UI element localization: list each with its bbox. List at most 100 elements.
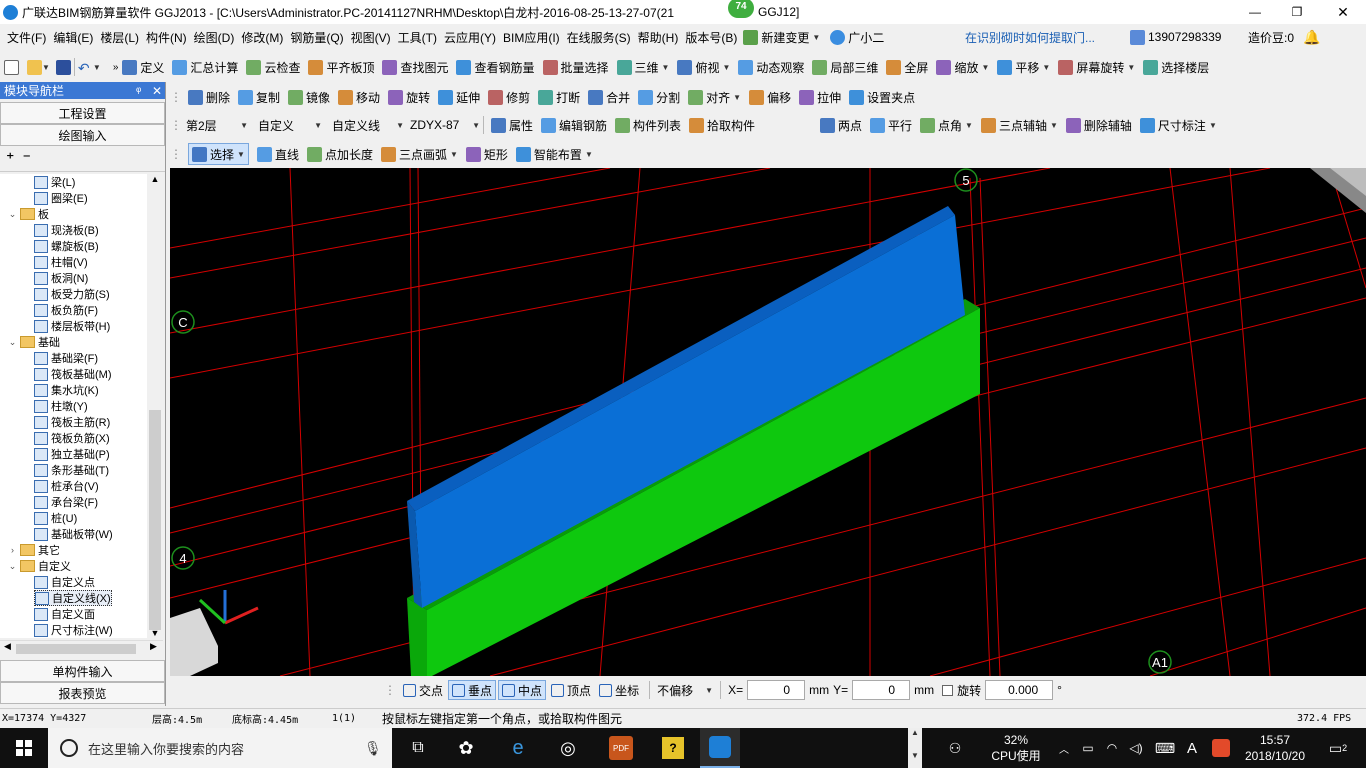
tree-item[interactable]: 柱帽(V) bbox=[34, 254, 88, 270]
tree-item[interactable]: 筏板负筋(X) bbox=[34, 430, 110, 446]
minimize-button[interactable]: — bbox=[1240, 5, 1270, 19]
taskbar-scroll[interactable]: ▲ ▼ bbox=[908, 728, 922, 768]
tree-item[interactable]: 桩承台(V) bbox=[34, 478, 99, 494]
tree-item[interactable]: ⌄ 基础 bbox=[8, 334, 60, 350]
toolbar-main-item-15[interactable]: 选择楼层 bbox=[1143, 56, 1209, 78]
collapse-all-icon[interactable]: ⁻ bbox=[22, 149, 30, 169]
glodon-app-icon[interactable] bbox=[700, 728, 740, 768]
spiral-app-icon[interactable]: ◎ bbox=[550, 728, 586, 768]
toolbar-main-item-13[interactable]: 平移 ▼ bbox=[997, 56, 1050, 78]
x-input[interactable]: 0 bbox=[747, 680, 806, 700]
menu-item[interactable]: 绘图(D) bbox=[194, 29, 235, 46]
tree-item[interactable]: 螺旋板(B) bbox=[34, 238, 99, 254]
tree-item[interactable]: 基础梁(F) bbox=[34, 350, 98, 366]
toolbar-axis-item-5[interactable]: 尺寸标注 ▼ bbox=[1139, 114, 1217, 136]
keyboard-icon[interactable]: ⌨ bbox=[1152, 728, 1178, 768]
expand-chevron-icon[interactable]: › bbox=[8, 545, 17, 555]
toolbar-edit-item-12[interactable]: 拉伸 bbox=[799, 86, 841, 108]
menu-item[interactable]: BIM应用(I) bbox=[503, 29, 560, 46]
toolbar-edit-item-7[interactable]: 打断 bbox=[538, 86, 580, 108]
tree-item[interactable]: 条形基础(T) bbox=[34, 462, 109, 478]
toolbar-axis-item-4[interactable]: 删除辅轴 bbox=[1065, 114, 1132, 136]
toolbar-component-item-3[interactable]: 拾取构件 bbox=[689, 114, 755, 136]
menu-item[interactable]: 帮助(H) bbox=[638, 29, 679, 46]
people-icon[interactable]: ⚇ bbox=[940, 728, 970, 768]
collapse-chevron-icon[interactable]: ⌄ bbox=[8, 337, 17, 348]
clock[interactable]: 15:57 2018/10/20 bbox=[1240, 732, 1310, 764]
toolbar-component-item-1[interactable]: 编辑钢筋 bbox=[541, 114, 607, 136]
toolbar-draw-item-4[interactable]: 矩形 bbox=[465, 143, 508, 165]
toolbar-main-item-9[interactable]: 动态观察 bbox=[738, 56, 804, 78]
tree-item[interactable]: 承台梁(F) bbox=[34, 494, 98, 510]
toolbar-main-item-11[interactable]: 全屏 bbox=[886, 56, 928, 78]
menu-item[interactable]: 版本号(B) bbox=[685, 29, 737, 46]
microphone-icon[interactable]: 🎙 bbox=[364, 740, 382, 757]
menu-item[interactable]: 楼层(L) bbox=[100, 29, 139, 46]
menu-item[interactable]: 在线服务(S) bbox=[567, 29, 631, 46]
tree-item[interactable]: 独立基础(P) bbox=[34, 446, 110, 462]
task-view-icon[interactable]: ⧉ bbox=[400, 728, 436, 768]
toolbar-main-item-14[interactable]: 屏幕旋转 ▼ bbox=[1058, 56, 1135, 78]
tree-item[interactable]: 筏板基础(M) bbox=[34, 366, 112, 382]
tree-item[interactable]: 圈梁(E) bbox=[34, 190, 88, 206]
edge-browser-icon[interactable]: e bbox=[500, 728, 536, 768]
toolbar-edit-item-5[interactable]: 延伸 bbox=[438, 86, 480, 108]
tray-expand-icon[interactable]: ︿ bbox=[1056, 728, 1072, 768]
tree-vscrollbar[interactable]: ▲ ▼ bbox=[147, 174, 163, 638]
wifi-icon[interactable]: ◠ bbox=[1102, 728, 1122, 768]
network-icon[interactable]: ▭ bbox=[1078, 728, 1098, 768]
new-file-icon[interactable] bbox=[4, 59, 19, 75]
collapse-chevron-icon[interactable]: ⌄ bbox=[8, 561, 17, 572]
toolbar-axis-item-0[interactable]: 两点 bbox=[820, 114, 862, 136]
close-window-button[interactable]: ✕ bbox=[1328, 4, 1358, 21]
snap-item-4[interactable]: 坐标 bbox=[596, 680, 642, 700]
tree-item[interactable]: 筏板主筋(R) bbox=[34, 414, 110, 430]
toolbar-main-item-10[interactable]: 局部三维 bbox=[812, 56, 878, 78]
tree-item[interactable]: 柱墩(Y) bbox=[34, 398, 88, 414]
report-preview-button[interactable]: 报表预览 bbox=[0, 682, 165, 704]
type-select[interactable]: 自定义 ▼ bbox=[258, 117, 322, 134]
expand-all-icon[interactable]: ⁺ bbox=[6, 149, 14, 169]
menu-item[interactable]: 云应用(Y) bbox=[444, 29, 496, 46]
toolbar-main-item-1[interactable]: 汇总计算 bbox=[172, 56, 238, 78]
toolbar-main-item-6[interactable]: 批量选择 bbox=[542, 56, 609, 78]
menu-item[interactable]: 构件(N) bbox=[146, 29, 187, 46]
collapse-chevron-icon[interactable]: ⌄ bbox=[8, 209, 17, 220]
snap-item-3[interactable]: 顶点 bbox=[548, 680, 594, 700]
tree-scroll-thumb[interactable] bbox=[149, 410, 161, 630]
toolbar-edit-item-8[interactable]: 合并 bbox=[588, 86, 630, 108]
toolbar-edit-item-11[interactable]: 偏移 bbox=[749, 86, 791, 108]
tree-item[interactable]: 尺寸标注(W) bbox=[34, 622, 113, 638]
tree-item[interactable]: ⌄ 板 bbox=[8, 206, 49, 222]
tree-item[interactable]: › 其它 bbox=[8, 542, 60, 558]
tree-item[interactable]: 楼层板带(H) bbox=[34, 318, 110, 334]
toolbar-main-item-5[interactable]: 查看钢筋量 bbox=[456, 56, 535, 78]
single-input-button[interactable]: 单构件输入 bbox=[0, 660, 165, 682]
maximize-button[interactable]: ❐ bbox=[1282, 5, 1312, 19]
tree-item[interactable]: 自定义线(X) bbox=[34, 590, 112, 606]
toolbar-component-item-2[interactable]: 构件列表 bbox=[615, 114, 681, 136]
tree-item[interactable]: 基础板带(W) bbox=[34, 526, 113, 542]
start-button[interactable] bbox=[0, 728, 48, 768]
new-change-menu[interactable]: 新建变更 ▼ bbox=[743, 29, 820, 46]
toolbar-edit-item-1[interactable]: 复制 bbox=[238, 86, 280, 108]
ime-indicator[interactable]: A bbox=[1182, 728, 1202, 768]
toolbar-draw-item-2[interactable]: 点加长度 bbox=[306, 143, 373, 165]
toolbar-main-item-2[interactable]: 云检查 bbox=[246, 56, 300, 78]
toolbar-edit-item-9[interactable]: 分割 bbox=[638, 86, 680, 108]
tree-item[interactable]: 板负筋(F) bbox=[34, 302, 98, 318]
toolbar-component-item-0[interactable]: 属性 bbox=[491, 114, 533, 136]
tree-item[interactable]: 板洞(N) bbox=[34, 270, 88, 286]
toolbar-edit-item-4[interactable]: 旋转 bbox=[388, 86, 430, 108]
sogou-icon[interactable] bbox=[1208, 728, 1234, 768]
open-folder-icon[interactable] bbox=[27, 59, 42, 75]
fan-app-icon[interactable]: ✿ bbox=[448, 728, 484, 768]
undo-icon[interactable]: ↶ bbox=[78, 60, 93, 76]
tree-item[interactable]: 桩(U) bbox=[34, 510, 77, 526]
menu-item[interactable]: 视图(V) bbox=[351, 29, 391, 46]
tree-item[interactable]: 板受力筋(S) bbox=[34, 286, 110, 302]
pin-icon[interactable]: ᵠ bbox=[136, 84, 141, 98]
help-app-icon[interactable]: ? bbox=[656, 728, 690, 768]
toolbar-main-item-7[interactable]: 三维 ▼ bbox=[616, 56, 669, 78]
toolbar-axis-item-1[interactable]: 平行 bbox=[870, 114, 912, 136]
